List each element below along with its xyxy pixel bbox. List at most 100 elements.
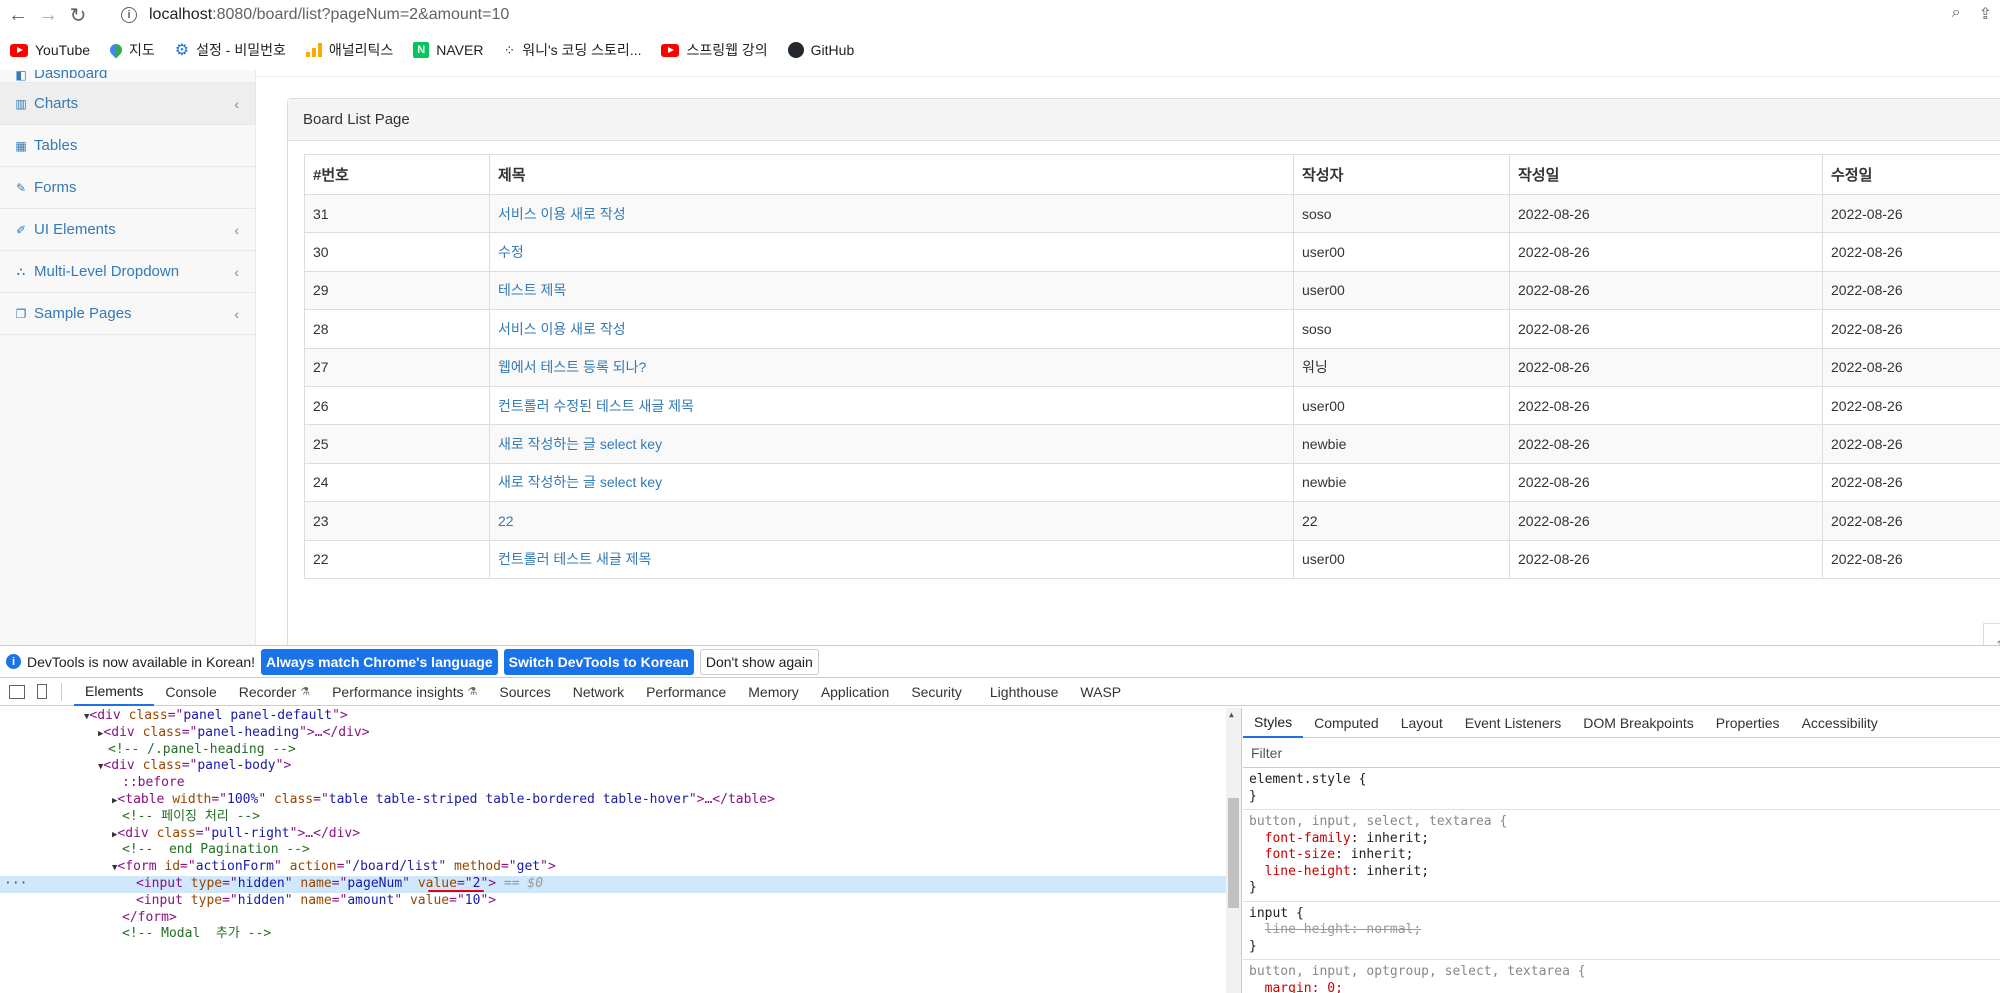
naver-icon: N	[413, 42, 430, 58]
tab-security[interactable]: Security	[900, 678, 973, 706]
sidebar-item-sample-pages[interactable]: ❐ Sample Pages ‹	[0, 293, 255, 335]
table-row[interactable]: 25 새로 작성하는 글 select key newbie 2022-08-26 20…	[304, 424, 2000, 464]
table-row[interactable]: 29 테스트 제목 user00 2022-08-26 2022-08-26	[304, 270, 2000, 311]
tab-lighthouse[interactable]: Lighthouse	[979, 678, 1070, 706]
dom-comment[interactable]: <!-- /.panel-heading -->	[0, 742, 1241, 759]
sidebar-item-forms[interactable]: ✎ Forms	[0, 167, 255, 209]
dom-node-action-form[interactable]: ▼<form id="actionForm" action="/board/li…	[0, 859, 1241, 876]
cell-writer: soso	[1293, 309, 1510, 349]
tab-layout[interactable]: Layout	[1390, 708, 1454, 738]
table-row[interactable]: 23 22 22 2022-08-26 2022-08-26	[304, 501, 2000, 541]
tab-dom-breakpoints[interactable]: DOM Breakpoints	[1572, 708, 1704, 738]
style-rule-form-margin[interactable]: button, input, optgroup, select, textare…	[1243, 960, 2000, 993]
reload-icon[interactable]: ↻	[63, 0, 93, 30]
sidebar-item-multi-level-dropdown[interactable]: ⛬ Multi-Level Dropdown ‹	[0, 251, 255, 293]
cell-title-link[interactable]: 22	[498, 513, 514, 529]
dom-node-table[interactable]: ▶<table width="100%" class="table table-…	[0, 792, 1241, 809]
cell-title-link[interactable]: 새로 작성하는 글 select key	[498, 474, 662, 490]
bookmark-label: YouTube	[35, 42, 91, 58]
tab-application[interactable]: Application	[810, 678, 901, 706]
tab-memory[interactable]: Memory	[737, 678, 810, 706]
tab-computed[interactable]: Computed	[1303, 708, 1390, 738]
style-rule-input[interactable]: input { line-height: normal; }	[1243, 902, 2000, 960]
tab-properties[interactable]: Properties	[1705, 708, 1791, 738]
cell-bno: 24	[304, 462, 490, 503]
dom-scrollbar[interactable]: ▲	[1226, 708, 1241, 993]
tab-accessibility[interactable]: Accessibility	[1791, 708, 1889, 738]
dom-node-panel[interactable]: ▼<div class="panel panel-default">	[0, 708, 1241, 725]
cell-title-link[interactable]: 새로 작성하는 글 select key	[498, 436, 662, 452]
sidebar-item-dashboard[interactable]: ◧ Dashboard	[0, 70, 255, 83]
sidebar-item-charts[interactable]: ▥ Charts ‹	[0, 83, 255, 125]
tab-network[interactable]: Network	[562, 678, 635, 706]
bookmark-label: 지도	[129, 42, 155, 58]
back-icon[interactable]: ←	[3, 0, 33, 30]
tab-sources[interactable]: Sources	[488, 678, 561, 706]
cell-title-link[interactable]: 컨트롤러 수정된 테스트 새글 제목	[498, 398, 694, 414]
dont-show-again-button[interactable]: Don't show again	[699, 648, 819, 675]
table-row[interactable]: 31 서비스 이용 새로 작성 soso 2022-08-26 2022-08-26	[304, 193, 2000, 234]
bookmark-blog[interactable]: ⁘ 워니's 코딩 스토리...	[503, 40, 641, 60]
forward-icon[interactable]: →	[33, 0, 63, 30]
table-row[interactable]: 22 컨트롤러 테스트 새글 제목 user00 2022-08-26 2022-08-…	[304, 539, 2000, 579]
cell-title-link[interactable]: 수정	[498, 244, 524, 260]
share-icon[interactable]: ⇪	[1979, 4, 1992, 24]
style-rule-element[interactable]: element.style { }	[1243, 768, 2000, 810]
tab-performance[interactable]: Performance	[635, 678, 737, 706]
table-row[interactable]: 30 수정 user00 2022-08-26 2022-08-26	[304, 232, 2000, 272]
dom-pseudo-before[interactable]: ::before	[0, 775, 1241, 792]
cell-title-link[interactable]: 웹에서 테스트 등록 되나?	[498, 359, 646, 375]
cell-writer: 22	[1293, 501, 1510, 541]
sidebar-item-ui-elements[interactable]: ✐ UI Elements ‹	[0, 209, 255, 251]
bookmark-spring[interactable]: 스프링웹 강의	[661, 40, 768, 60]
cell-title: 웹에서 테스트 등록 되나?	[489, 347, 1294, 387]
tab-console[interactable]: Console	[154, 678, 227, 706]
dom-node-pull-right[interactable]: ▶<div class="pull-right">…</div>	[0, 826, 1241, 843]
tab-styles[interactable]: Styles	[1243, 708, 1304, 738]
url-field[interactable]: i localhost:8080/board/list?pageNum=2&am…	[121, 6, 509, 24]
dom-comment[interactable]: <!-- 페이징 처리 -->	[0, 809, 1241, 826]
tab-elements[interactable]: Elements	[74, 678, 155, 706]
bookmark-github[interactable]: GitHub	[787, 42, 854, 58]
table-row[interactable]: 24 새로 작성하는 글 select key newbie 2022-08-26 20…	[304, 462, 2000, 503]
table-row[interactable]: 26 컨트롤러 수정된 테스트 새글 제목 user00 2022-08-26 2022…	[304, 385, 2000, 426]
tab-event-listeners[interactable]: Event Listeners	[1454, 708, 1573, 738]
styles-filter-input[interactable]: Filter	[1243, 738, 2000, 768]
sidebar-item-tables[interactable]: ▦ Tables	[0, 125, 255, 167]
cell-title-link[interactable]: 서비스 이용 새로 작성	[498, 206, 626, 222]
bookmark-analytics[interactable]: 애널리틱스	[305, 40, 393, 60]
dom-node-input-pagenum-selected[interactable]: ··· <input type="hidden" name="pageNum" v…	[0, 875, 1241, 893]
bookmark-settings[interactable]: ⚙ 설정 - 비밀번호	[175, 40, 286, 60]
inspect-element-icon[interactable]	[9, 684, 25, 699]
dom-comment[interactable]: <!-- Modal 추가 -->	[0, 926, 1241, 943]
table-row[interactable]: 27 웹에서 테스트 등록 되나? 워닝 2022-08-26 2022-08-26	[304, 347, 2000, 387]
tab-performance-insights[interactable]: Performance insights ⚗	[321, 678, 488, 706]
cell-title-link[interactable]: 컨트롤러 테스트 새글 제목	[498, 551, 651, 567]
always-match-language-button[interactable]: Always match Chrome's language	[261, 648, 498, 675]
dom-node-input-amount[interactable]: <input type="hidden" name="amount" value…	[0, 893, 1241, 910]
overridden-property: line-height: normal;	[1264, 922, 1422, 937]
style-rule-form-controls[interactable]: button, input, select, textarea { font-f…	[1243, 810, 2000, 902]
bookmark-youtube[interactable]: YouTube	[10, 42, 90, 58]
scrollbar-thumb[interactable]	[1228, 798, 1239, 908]
dom-node-panel-heading[interactable]: ▶<div class="panel-heading">…</div>	[0, 725, 1241, 742]
bookmark-maps[interactable]: 지도	[107, 40, 155, 60]
cell-writer: newbie	[1293, 462, 1510, 503]
site-info-icon[interactable]: i	[121, 7, 137, 23]
dom-comment[interactable]: <!-- end Pagination -->	[0, 842, 1241, 859]
zoom-icon[interactable]: ⌕	[1952, 4, 1961, 24]
bookmark-naver[interactable]: N NAVER	[413, 42, 483, 58]
scroll-up-icon[interactable]: ▲	[1229, 710, 1234, 719]
tab-recorder[interactable]: Recorder ⚗	[228, 678, 321, 706]
device-toolbar-icon[interactable]	[37, 684, 47, 699]
page-link-1[interactable]: 1	[1983, 623, 2000, 645]
tab-wasp[interactable]: WASP	[1069, 678, 1132, 706]
dom-node-panel-body[interactable]: ▼<div class="panel-body">	[0, 758, 1241, 775]
cell-title-link[interactable]: 테스트 제목	[498, 282, 566, 298]
attr-value: table table-striped table-bordered table…	[328, 791, 689, 807]
switch-to-korean-button[interactable]: Switch DevTools to Korean	[503, 648, 694, 675]
dom-node-form-close[interactable]: </form>	[0, 910, 1241, 927]
cell-title-link[interactable]: 서비스 이용 새로 작성	[498, 321, 626, 337]
more-dots-icon[interactable]: ···	[4, 876, 27, 893]
table-row[interactable]: 28 서비스 이용 새로 작성 soso 2022-08-26 2022-08-26	[304, 309, 2000, 349]
